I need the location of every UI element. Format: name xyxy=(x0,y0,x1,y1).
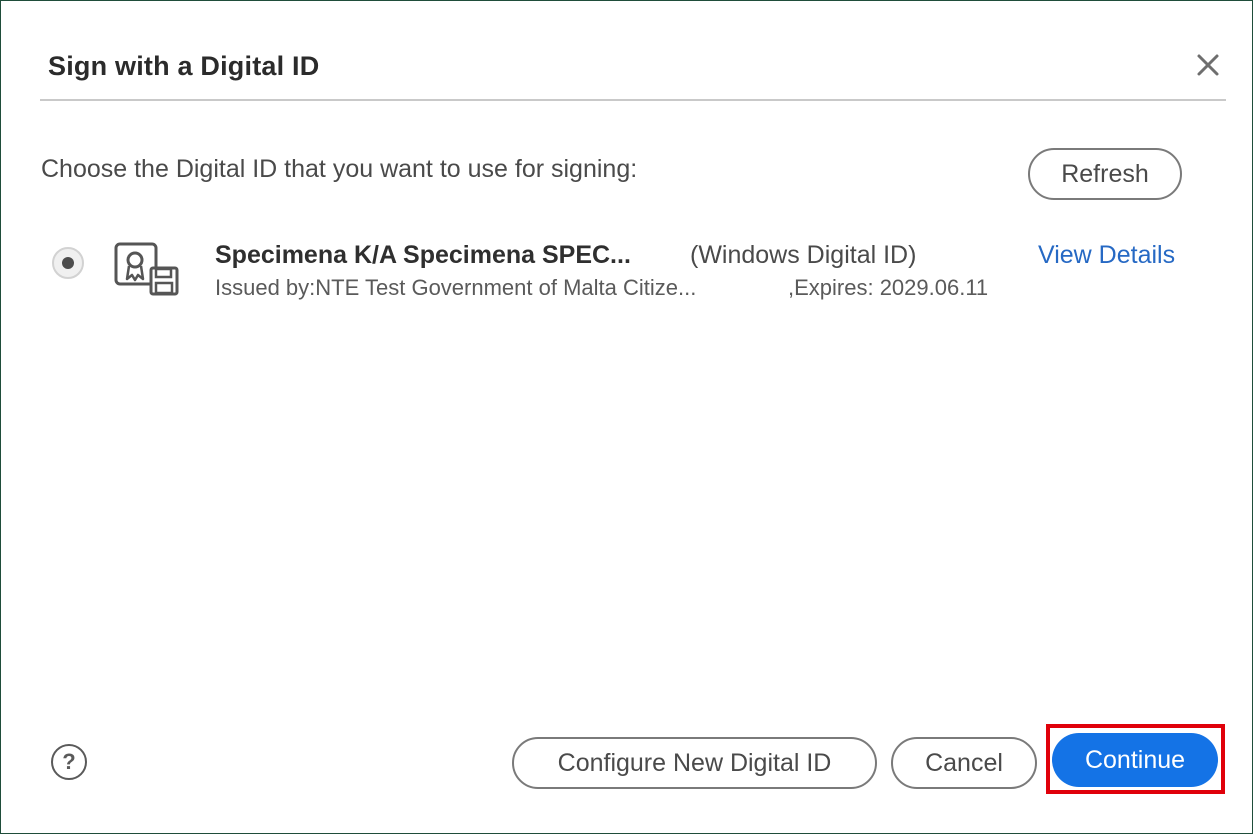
certificate-icon xyxy=(114,242,179,296)
digital-id-radio[interactable] xyxy=(52,247,84,279)
view-details-link[interactable]: View Details xyxy=(1038,241,1175,270)
choose-id-prompt: Choose the Digital ID that you want to u… xyxy=(41,155,638,183)
sign-digital-id-dialog: Sign with a Digital ID Choose the Digita… xyxy=(0,0,1253,834)
help-icon[interactable]: ? xyxy=(51,744,87,780)
digital-id-type: (Windows Digital ID) xyxy=(690,241,917,269)
continue-button[interactable]: Continue xyxy=(1052,733,1218,787)
dialog-title: Sign with a Digital ID xyxy=(48,51,320,81)
cancel-button[interactable]: Cancel xyxy=(891,737,1037,789)
digital-id-name: Specimena K/A Specimena SPEC... xyxy=(215,241,631,269)
refresh-button[interactable]: Refresh xyxy=(1028,148,1182,200)
digital-id-issuer: Issued by:NTE Test Government of Malta C… xyxy=(215,275,697,300)
title-divider xyxy=(40,99,1226,101)
close-icon[interactable] xyxy=(1193,50,1223,80)
digital-id-expiry: ,Expires: 2029.06.11 xyxy=(788,275,989,300)
configure-new-digital-id-button[interactable]: Configure New Digital ID xyxy=(512,737,877,789)
